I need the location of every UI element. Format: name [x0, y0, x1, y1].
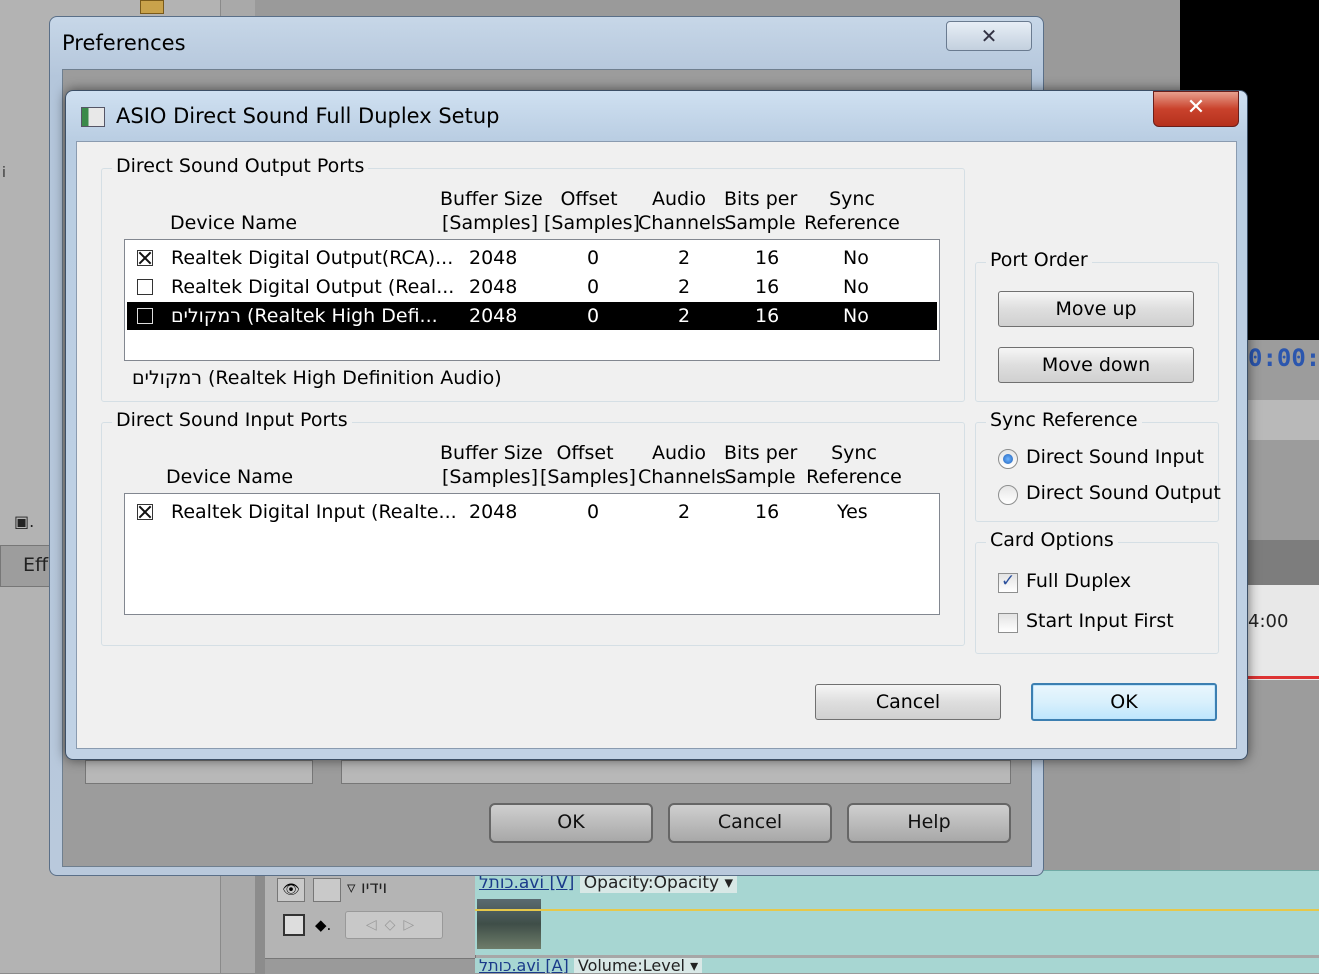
audio-clip[interactable]: כותל.avi [A] Volume:Level ▾ [475, 958, 1319, 973]
close-icon[interactable]: ✕ [1153, 91, 1239, 127]
sync-input-radio[interactable] [998, 449, 1018, 469]
column-bits-per-sample: Bits per Sample [724, 188, 798, 234]
panel-tool-icon[interactable]: ▣. [14, 512, 34, 531]
video-clip-title: כותל.avi [V] Opacity:Opacity ▾ [479, 873, 737, 893]
preferences-cancel-button[interactable]: Cancel [668, 803, 832, 843]
output-port-row[interactable]: Realtek Digital Output(RCA)... 2048 0 2 … [127, 244, 937, 272]
preferences-field[interactable] [341, 760, 1011, 784]
card-options-group: Card Options Full Duplex Start Input Fir… [975, 529, 1219, 654]
selected-port-full-name: רמקולים (Realtek High Definition Audio) [132, 367, 502, 389]
video-track-label[interactable]: ▿ וידיו [347, 878, 387, 898]
video-clip[interactable]: כותל.avi [V] Opacity:Opacity ▾ [475, 870, 1319, 955]
preferences-help-button[interactable]: Help [847, 803, 1011, 843]
cancel-button[interactable]: Cancel [815, 684, 1001, 720]
preferences-field[interactable] [85, 760, 313, 784]
lock-toggle[interactable] [313, 878, 341, 902]
card-options-label: Card Options [986, 529, 1118, 551]
column-bits-per-sample: Bits per Sample [724, 442, 798, 488]
timeline-ruler-label: 4:00 [1248, 611, 1289, 632]
asio-setup-dialog: ASIO Direct Sound Full Duplex Setup ✕ Di… [65, 90, 1248, 760]
full-duplex-checkbox[interactable] [998, 571, 1018, 593]
port-order-group: Port Order Move up Move down [975, 249, 1219, 402]
timecode-display: 0:00:0 [1248, 344, 1319, 372]
output-ports-group: Direct Sound Output Ports Device Name Bu… [101, 155, 965, 402]
audio-clip-property-dropdown[interactable]: Volume:Level ▾ [573, 958, 703, 973]
column-audio-channels: Audio Channels [638, 188, 726, 234]
column-offset: Offset [Samples] [540, 442, 636, 488]
full-duplex-label[interactable]: Full Duplex [1026, 570, 1131, 592]
port-enable-checkbox[interactable] [137, 504, 153, 520]
marker-icon [140, 0, 164, 14]
input-ports-list[interactable]: Realtek Digital Input (Realte... 2048 0 … [124, 493, 940, 615]
input-ports-group: Direct Sound Input Ports Device Name Buf… [101, 409, 965, 646]
port-order-label: Port Order [986, 249, 1092, 271]
column-buffer-size: Buffer Size [Samples] [440, 188, 543, 234]
port-enable-checkbox[interactable] [137, 279, 153, 295]
port-enable-checkbox[interactable] [137, 250, 153, 266]
column-buffer-size: Buffer Size [Samples] [440, 442, 543, 488]
sync-output-radio[interactable] [998, 485, 1018, 505]
move-up-button[interactable]: Move up [998, 291, 1194, 327]
output-port-row-selected[interactable]: רמקולים (Realtek High Defi... 2048 0 2 1… [127, 302, 937, 330]
display-style-icon[interactable] [283, 914, 305, 936]
keyframe-icon[interactable]: ◆. [315, 916, 331, 934]
keyframe-navigator[interactable]: ◁◇▷ [345, 911, 443, 939]
column-sync-reference: Sync Reference [804, 188, 900, 234]
output-port-row[interactable]: Realtek Digital Output (Real... 2048 0 2… [127, 273, 937, 301]
audio-clip-title: כותל.avi [A] Volume:Level ▾ [479, 958, 703, 973]
panel-text-fragment: i [2, 165, 6, 181]
ok-button[interactable]: OK [1031, 683, 1217, 721]
app-icon [81, 107, 105, 127]
sync-output-label[interactable]: Direct Sound Output [1026, 482, 1221, 504]
column-offset: Offset [Samples] [544, 188, 640, 234]
column-audio-channels: Audio Channels [638, 442, 726, 488]
video-clip-property-dropdown[interactable]: Opacity:Opacity ▾ [579, 873, 737, 893]
port-enable-checkbox[interactable] [137, 308, 153, 324]
dialog-client: Direct Sound Output Ports Device Name Bu… [76, 141, 1237, 749]
column-sync-reference: Sync Reference [806, 442, 902, 488]
start-input-first-checkbox[interactable] [998, 613, 1018, 633]
timeline-tracks: 👁 ▿ וידיו ◆. ◁◇▷ כותל.avi [V] Opacity:Op… [265, 870, 1319, 974]
column-device-name: Device Name [170, 212, 298, 234]
preferences-title: Preferences [62, 31, 186, 55]
start-input-first-label[interactable]: Start Input First [1026, 610, 1174, 632]
preferences-ok-button[interactable]: OK [489, 803, 653, 843]
eye-icon[interactable]: 👁 [277, 878, 305, 902]
output-ports-list[interactable]: Realtek Digital Output(RCA)... 2048 0 2 … [124, 239, 940, 361]
input-ports-label: Direct Sound Input Ports [112, 409, 352, 431]
move-down-button[interactable]: Move down [998, 347, 1194, 383]
sync-reference-group: Sync Reference Direct Sound Input Direct… [975, 409, 1221, 522]
input-port-row[interactable]: Realtek Digital Input (Realte... 2048 0 … [127, 498, 937, 526]
sync-reference-label: Sync Reference [986, 409, 1142, 431]
dialog-title: ASIO Direct Sound Full Duplex Setup [116, 104, 500, 128]
output-ports-label: Direct Sound Output Ports [112, 155, 369, 177]
column-device-name: Device Name [166, 466, 294, 488]
clip-thumbnail [477, 899, 541, 949]
sync-input-label[interactable]: Direct Sound Input [1026, 446, 1204, 468]
preferences-close-button[interactable]: ✕ [946, 21, 1032, 51]
